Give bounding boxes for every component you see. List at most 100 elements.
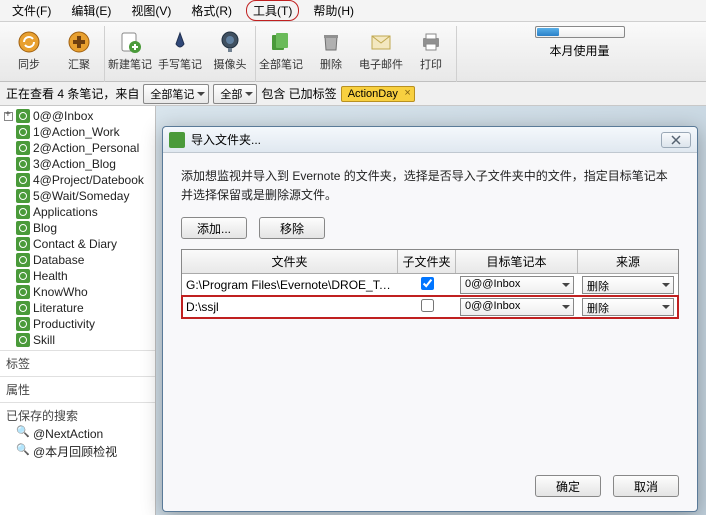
menu-help[interactable]: 帮助(H)	[307, 0, 360, 21]
close-icon	[670, 135, 682, 145]
dialog-close-button[interactable]	[661, 132, 691, 148]
email-button[interactable]: 电子邮件	[356, 26, 406, 82]
expand-icon[interactable]	[4, 208, 13, 217]
subfolder-checkbox[interactable]	[421, 277, 434, 290]
cancel-button[interactable]: 取消	[613, 475, 679, 497]
notebook-icon	[16, 269, 30, 283]
notebook-label: Database	[33, 253, 84, 267]
notebook-item[interactable]: Literature	[0, 300, 155, 316]
menu-edit[interactable]: 编辑(E)	[65, 0, 117, 21]
notebook-icon	[16, 253, 30, 267]
notebook-icon	[16, 237, 30, 251]
notebook-icon	[16, 221, 30, 235]
dialog-description: 添加想监视并导入到 Evernote 的文件夹，选择是否导入子文件夹中的文件，指…	[181, 167, 679, 205]
notebook-dropdown[interactable]: 0@@Inbox	[460, 298, 574, 316]
trash-icon	[319, 30, 343, 54]
import-folders-table: 文件夹 子文件夹 目标笔记本 来源 G:\Program Files\Evern…	[181, 249, 679, 319]
col-folder-header[interactable]: 文件夹	[182, 250, 398, 273]
evernote-icon	[169, 132, 185, 148]
notebook-item[interactable]: Contact & Diary	[0, 236, 155, 252]
notebook-item[interactable]: Blog	[0, 220, 155, 236]
new-note-label: 新建笔记	[108, 56, 152, 72]
saved-search-item[interactable]: @本月回顾检视	[0, 442, 155, 461]
notebook-item[interactable]: KnowWho	[0, 284, 155, 300]
expand-icon[interactable]	[4, 144, 13, 153]
notebook-item[interactable]: 5@Wait/Someday	[0, 188, 155, 204]
add-folder-button[interactable]: 添加...	[181, 217, 247, 239]
envelope-icon	[369, 30, 393, 54]
new-note-button[interactable]: 新建笔记	[105, 26, 155, 82]
cell-source: 删除	[578, 274, 678, 296]
notebook-dropdown[interactable]: 0@@Inbox	[460, 276, 574, 294]
source-dropdown[interactable]: 删除	[582, 276, 674, 294]
notebook-item[interactable]: Productivity	[0, 316, 155, 332]
search-icon	[16, 445, 30, 459]
scope-dropdown[interactable]: 全部笔记	[143, 84, 209, 104]
handwrite-button[interactable]: 手写笔记	[155, 26, 205, 82]
printer-icon	[419, 30, 443, 54]
filter-contains-label: 包含 已加标签	[261, 85, 336, 102]
subfolder-checkbox[interactable]	[421, 299, 434, 312]
all-dropdown[interactable]: 全部	[213, 84, 257, 104]
sync-button[interactable]: 同步	[4, 26, 54, 82]
import-folder-dialog: 导入文件夹... 添加想监视并导入到 Evernote 的文件夹，选择是否导入子…	[162, 126, 698, 512]
notebook-item[interactable]: 0@@Inbox	[0, 108, 155, 124]
col-subfolder-header[interactable]: 子文件夹	[398, 250, 456, 273]
delete-button[interactable]: 删除	[306, 26, 356, 82]
expand-icon[interactable]	[4, 128, 13, 137]
expand-icon[interactable]	[4, 336, 13, 345]
expand-icon[interactable]	[4, 192, 13, 201]
expand-icon[interactable]	[4, 112, 13, 121]
delete-label: 删除	[320, 56, 342, 72]
sidebar-section-header[interactable]: 已保存的搜索	[0, 402, 155, 426]
sidebar-section-header[interactable]: 标签	[0, 350, 155, 374]
col-source-header[interactable]: 来源	[578, 250, 678, 273]
expand-icon[interactable]	[4, 160, 13, 169]
notebook-item[interactable]: Database	[0, 252, 155, 268]
notebook-label: Skill	[33, 333, 55, 347]
notebook-label: Health	[33, 269, 68, 283]
camera-button[interactable]: 摄像头	[205, 26, 255, 82]
menu-tools[interactable]: 工具(T)	[246, 0, 299, 21]
expand-icon[interactable]	[4, 288, 13, 297]
handwrite-label: 手写笔记	[158, 56, 202, 72]
notebook-label: Productivity	[33, 317, 95, 331]
table-row[interactable]: G:\Program Files\Evernote\DROE_Tool\DR..…	[182, 274, 678, 296]
table-row[interactable]: D:\ssjl0@@Inbox删除	[182, 296, 678, 318]
cell-notebook: 0@@Inbox	[456, 296, 578, 318]
menu-view[interactable]: 视图(V)	[125, 0, 177, 21]
usage-bar	[535, 26, 625, 38]
expand-icon[interactable]	[4, 272, 13, 281]
notebook-item[interactable]: 2@Action_Personal	[0, 140, 155, 156]
dialog-titlebar[interactable]: 导入文件夹...	[163, 127, 697, 153]
col-notebook-header[interactable]: 目标笔记本	[456, 250, 578, 273]
menu-file[interactable]: 文件(F)	[6, 0, 57, 21]
notebook-label: 4@Project/Datebook	[33, 173, 144, 187]
notebook-item[interactable]: 4@Project/Datebook	[0, 172, 155, 188]
expand-icon[interactable]	[4, 320, 13, 329]
filter-tag-chip[interactable]: ActionDay	[341, 86, 415, 102]
notebook-icon	[16, 205, 30, 219]
notebook-item[interactable]: 1@Action_Work	[0, 124, 155, 140]
hub-button[interactable]: 汇聚	[54, 26, 104, 82]
expand-icon[interactable]	[4, 240, 13, 249]
sidebar-section-header[interactable]: 属性	[0, 376, 155, 400]
all-notes-button[interactable]: 全部笔记	[256, 26, 306, 82]
remove-folder-button[interactable]: 移除	[259, 217, 325, 239]
expand-icon[interactable]	[4, 256, 13, 265]
print-label: 打印	[420, 56, 442, 72]
menu-format[interactable]: 格式(R)	[185, 0, 238, 21]
notebook-item[interactable]: Health	[0, 268, 155, 284]
notebook-item[interactable]: Skill	[0, 332, 155, 348]
print-button[interactable]: 打印	[406, 26, 456, 82]
source-dropdown[interactable]: 删除	[582, 298, 674, 316]
cell-source: 删除	[578, 296, 678, 318]
saved-search-item[interactable]: @NextAction	[0, 426, 155, 442]
notebook-item[interactable]: Applications	[0, 204, 155, 220]
expand-icon[interactable]	[4, 224, 13, 233]
ok-button[interactable]: 确定	[535, 475, 601, 497]
expand-icon[interactable]	[4, 176, 13, 185]
notebook-item[interactable]: 3@Action_Blog	[0, 156, 155, 172]
expand-icon[interactable]	[4, 304, 13, 313]
usage-meter: 本月使用量	[457, 26, 702, 59]
